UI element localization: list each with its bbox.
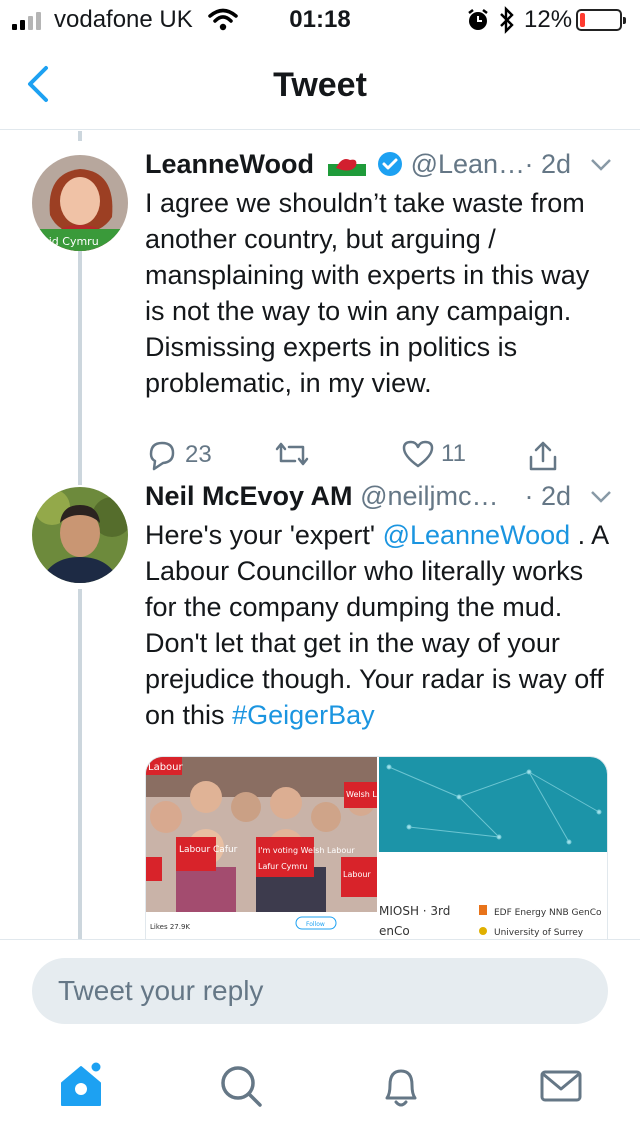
hashtag-link[interactable]: #GeigerBay: [232, 700, 375, 730]
media-stats-text: Likes 27.9K: [150, 923, 190, 931]
battery-icon: [576, 9, 626, 31]
chevron-down-icon[interactable]: [589, 157, 613, 173]
media-image-right[interactable]: MIOSH · 3rd enCo EDF Energy NNB GenCo Un…: [379, 757, 607, 939]
notifications-bell-icon[interactable]: [376, 1061, 426, 1111]
like-button[interactable]: 11: [401, 439, 466, 469]
media-item-text: University of Surrey: [494, 928, 584, 938]
tweet-text: Here's your 'expert' @LeanneWood . A Lab…: [145, 520, 608, 730]
share-button[interactable]: [527, 439, 559, 473]
tweet[interactable]: Neil McEvoy AM @neiljmc… · 2d Here's you…: [145, 481, 615, 731]
bottom-tab-bar: [0, 1041, 640, 1136]
reply-count: 23: [185, 441, 212, 468]
thread-connector-line: [78, 589, 82, 939]
sign-text: Lafur Cymru: [258, 862, 308, 871]
sign-text: Labour: [343, 870, 371, 879]
thread-connector-line: [78, 131, 82, 141]
sign-text: Welsh Lab: [346, 790, 377, 799]
retweet-button[interactable]: [273, 439, 311, 469]
media-follow-text: Follow: [306, 921, 325, 928]
sign-text: Labour Cafur: [179, 845, 238, 855]
chevron-down-icon[interactable]: [589, 489, 613, 505]
media-item-text: enCo: [379, 924, 410, 938]
share-icon: [529, 441, 557, 471]
page-title: Tweet: [273, 66, 367, 104]
media-image-left[interactable]: Labour Labour Cafur I'm voting Welsh Lab…: [146, 757, 387, 939]
navigation-bar: Tweet: [0, 40, 640, 130]
reply-icon: [149, 441, 175, 471]
search-icon[interactable]: [216, 1061, 266, 1111]
verified-badge-icon: [378, 152, 403, 176]
home-icon[interactable]: [56, 1061, 106, 1111]
tweet-time: · 2d: [524, 481, 571, 511]
media-item-text: EDF Energy NNB GenCo: [494, 908, 602, 918]
tweet-media[interactable]: Labour Labour Cafur I'm voting Welsh Lab…: [145, 756, 608, 939]
heart-icon: [402, 440, 434, 468]
author-name[interactable]: LeanneWood: [145, 149, 314, 179]
like-count: 11: [441, 440, 466, 467]
tweet-header: Neil McEvoy AM @neiljmc… · 2d: [145, 481, 615, 517]
sign-text: Labour: [148, 762, 184, 773]
tweet-thread[interactable]: aid Cymru LeanneWood @Lean… · 2d I agree…: [0, 131, 640, 939]
media-item-text: MIOSH · 3rd: [379, 904, 450, 918]
avatar[interactable]: [32, 487, 128, 583]
avatar-caption: aid Cymru: [42, 235, 99, 248]
battery-percent: 12%: [524, 6, 573, 33]
tweet-text: I agree we shouldn’t take waste from ano…: [145, 188, 590, 398]
author-handle: @neiljmc…: [360, 481, 499, 511]
alarm-icon: [468, 9, 488, 30]
thread-connector-line: [78, 233, 82, 485]
wales-flag-icon: [327, 152, 366, 176]
author-name[interactable]: Neil McEvoy AM: [145, 481, 353, 511]
avatar[interactable]: aid Cymru: [32, 155, 128, 251]
tweet-time: · 2d: [524, 149, 571, 179]
reply-composer-bar: Tweet your reply: [0, 939, 640, 1041]
sign-text: I'm voting Welsh Labour: [258, 846, 355, 855]
tweet-actions: 23 11: [145, 439, 615, 479]
bluetooth-icon: [500, 6, 514, 34]
reply-input[interactable]: Tweet your reply: [32, 958, 608, 1024]
reply-button[interactable]: 23: [145, 439, 212, 471]
retweet-icon: [275, 442, 309, 466]
status-bar: vodafone UK 01:18 12%: [0, 0, 640, 40]
author-handle: @Lean…: [410, 149, 526, 179]
tweet[interactable]: LeanneWood @Lean… · 2d I agree we should…: [145, 149, 615, 489]
messages-envelope-icon[interactable]: [536, 1061, 586, 1111]
tweet-header: LeanneWood @Lean… · 2d: [145, 149, 615, 185]
mention-link[interactable]: @LeanneWood: [383, 520, 571, 550]
